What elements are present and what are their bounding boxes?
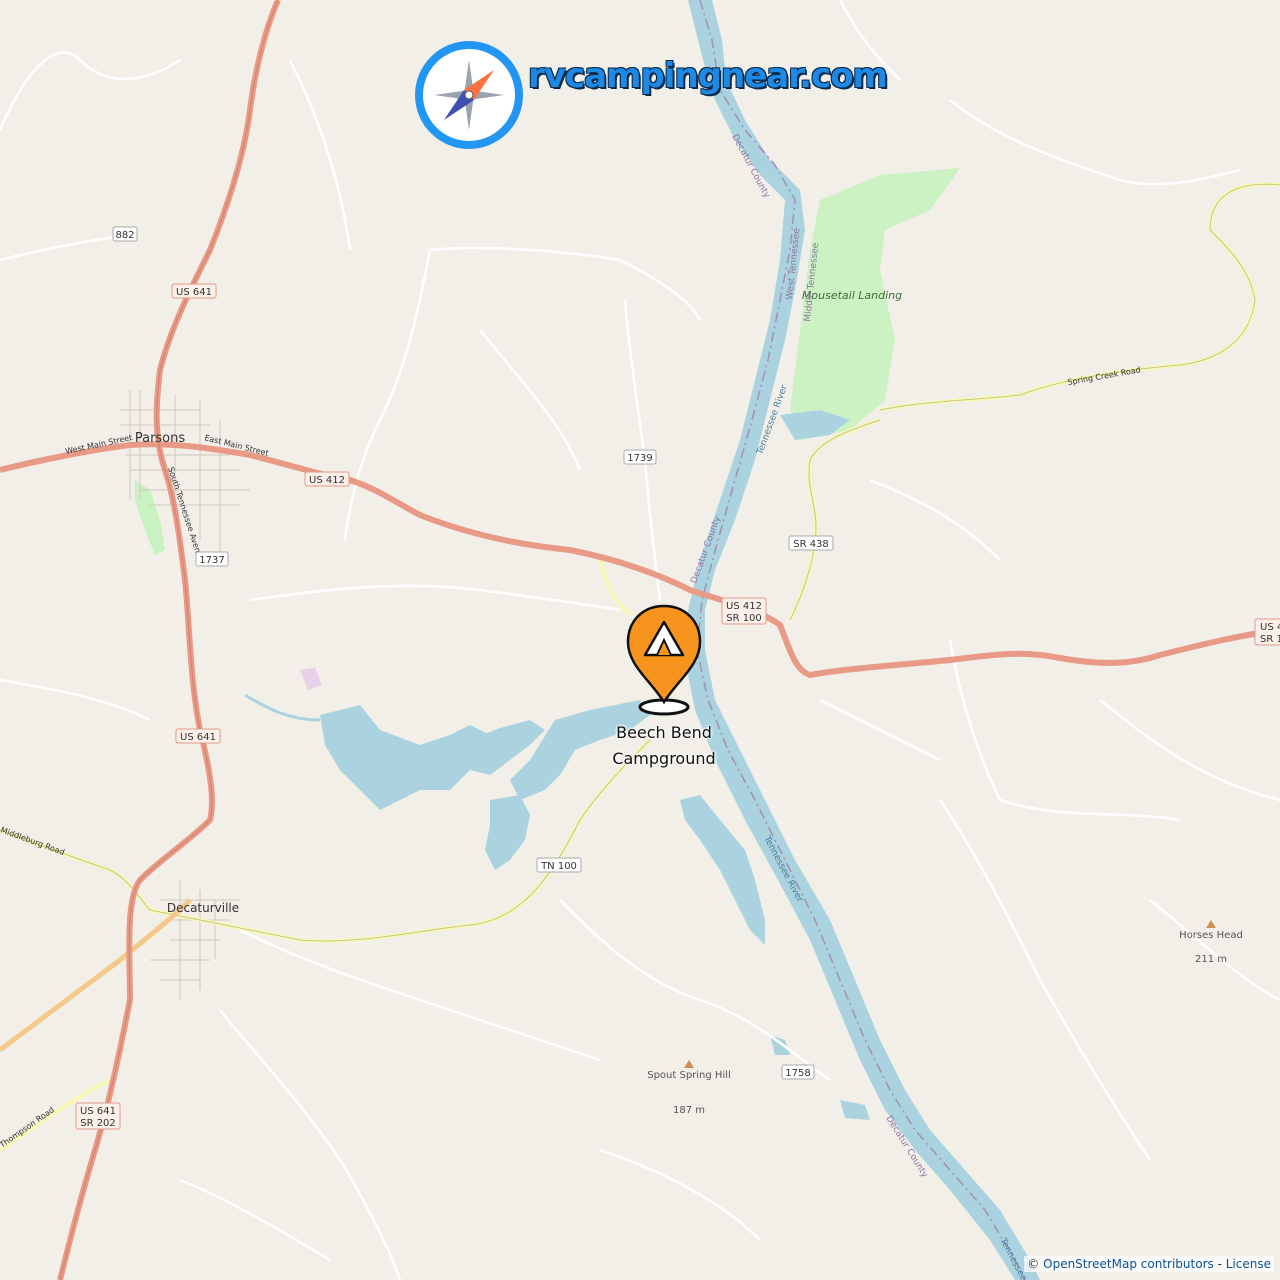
shield-tn100: TN 100	[536, 857, 582, 873]
place-label-decaturville: Decaturville	[167, 901, 239, 915]
shield-us641-sr202: US 641 SR 202	[75, 1102, 121, 1130]
svg-text:US 641: US 641	[176, 287, 212, 298]
svg-text:TN 100: TN 100	[540, 861, 577, 872]
svg-text:1737: 1737	[199, 555, 224, 566]
shield-us641-mid: US 641	[175, 728, 221, 744]
map-canvas[interactable]: Parsons Decaturville Mousetail Landing H…	[0, 0, 1280, 1280]
svg-text:SR 202: SR 202	[80, 1118, 116, 1129]
campground-label: Beech Bend Campground	[612, 723, 716, 768]
shield-us412: US 412	[304, 471, 350, 487]
place-label-mousetail-landing: Mousetail Landing	[802, 289, 902, 302]
place-label-parsons: Parsons	[135, 431, 186, 446]
peak-elevation-spout-spring-hill: 187 m	[673, 1105, 705, 1116]
compass-icon[interactable]	[415, 41, 523, 149]
attribution-separator: -	[1217, 1257, 1222, 1271]
svg-text:SR 438: SR 438	[793, 539, 829, 550]
osm-contributors-link[interactable]: OpenStreetMap contributors	[1043, 1257, 1214, 1271]
svg-text:1758: 1758	[785, 1068, 810, 1079]
site-logo-text[interactable]: rvcampingnear.com	[528, 56, 888, 96]
shield-us4-edge: US 4 SR 1	[1254, 618, 1280, 646]
svg-text:US 641: US 641	[180, 732, 216, 743]
svg-text:US 412: US 412	[726, 601, 762, 612]
shield-1758: 1758	[781, 1064, 815, 1080]
svg-text:882: 882	[115, 230, 134, 241]
svg-text:SR 1: SR 1	[1260, 634, 1280, 645]
svg-text:US 4: US 4	[1260, 622, 1280, 633]
map-attribution: © OpenStreetMap contributors - License	[1024, 1256, 1274, 1272]
peak-elevation-horses-head: 211 m	[1195, 954, 1227, 965]
shield-us412-sr100: US 412 SR 100	[721, 597, 767, 625]
shield-sr438: SR 438	[788, 535, 834, 551]
svg-text:SR 100: SR 100	[726, 613, 762, 624]
shield-us641-north: US 641	[171, 283, 217, 299]
copyright-symbol: ©	[1027, 1257, 1040, 1271]
shield-882: 882	[112, 226, 138, 242]
license-link[interactable]: License	[1226, 1257, 1271, 1271]
peak-label-horses-head: Horses Head	[1179, 930, 1243, 941]
shield-1737: 1737	[195, 551, 229, 567]
shield-1739: 1739	[623, 449, 657, 465]
svg-text:US 641: US 641	[80, 1106, 116, 1117]
peak-label-spout-spring-hill: Spout Spring Hill	[647, 1070, 731, 1081]
svg-text:US 412: US 412	[309, 475, 345, 486]
svg-text:1739: 1739	[627, 453, 652, 464]
